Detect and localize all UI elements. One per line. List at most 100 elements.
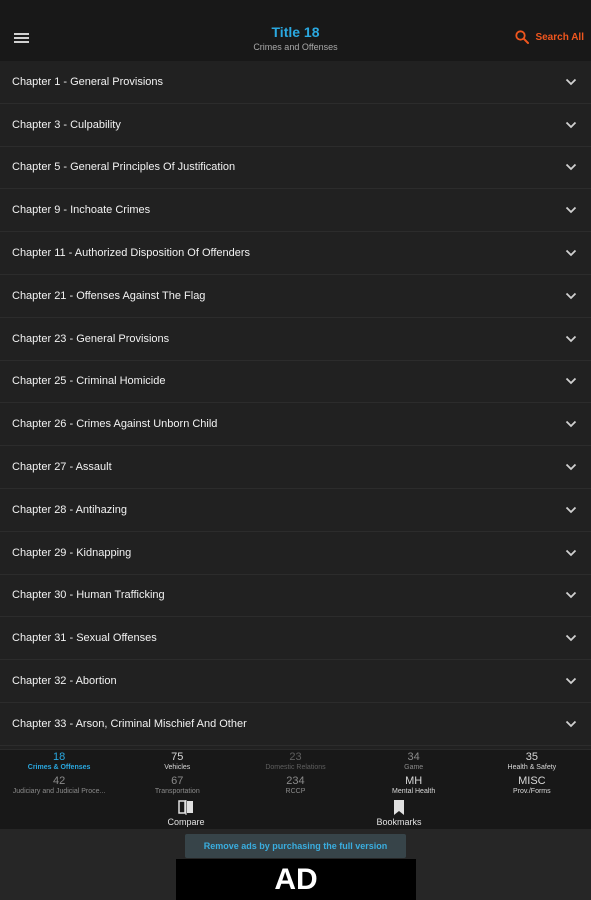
chapter-label: Chapter 11 - Authorized Disposition Of O… [12,247,251,260]
nav-title-item[interactable]: 35 Health & Safety [473,751,591,777]
nav-actions: Compare Bookmarks [0,800,591,828]
chapter-row[interactable]: Chapter 23 - General Provisions [0,318,591,361]
chevron-down-icon[interactable] [565,591,577,599]
nav-title-label: Vehicles [164,764,191,771]
nav-title-item[interactable]: 67 Transportation [118,775,236,801]
bookmarks-label: Bookmarks [376,817,422,827]
chevron-down-icon[interactable] [565,634,577,642]
nav-title-number: 23 [289,751,302,763]
nav-title-label: Transportation [154,788,200,795]
chevron-down-icon[interactable] [565,249,577,257]
remove-ads-button[interactable]: Remove ads by purchasing the full versio… [185,834,406,858]
chapter-row[interactable]: Chapter 28 - Antihazing [0,489,591,532]
remove-ads-label: Remove ads by purchasing the full versio… [203,841,388,851]
nav-title-number: 67 [171,775,184,787]
chapter-label: Chapter 26 - Crimes Against Unborn Child [12,418,218,431]
nav-title-item[interactable]: 23 Domestic Relations [236,751,354,777]
nav-title-label: Judiciary and Judicial Proce... [12,788,106,795]
chevron-down-icon[interactable] [565,549,577,557]
chevron-down-icon[interactable] [565,377,577,385]
chapter-label: Chapter 27 - Assault [12,461,112,474]
compare-label: Compare [167,817,205,827]
chevron-down-icon[interactable] [565,677,577,685]
chevron-down-icon[interactable] [565,78,577,86]
nav-title-number: 234 [286,775,305,787]
chevron-down-icon[interactable] [565,335,577,343]
nav-title-number: 75 [171,751,184,763]
chapter-label: Chapter 5 - General Principles Of Justif… [12,161,236,174]
compare-icon [178,800,193,815]
chapter-label: Chapter 29 - Kidnapping [12,546,132,559]
page-title: Title 18 [271,24,320,40]
nav-title-number: 34 [407,751,420,763]
chapter-label: Chapter 32 - Abortion [12,675,117,688]
bookmarks-button[interactable]: Bookmarks [359,800,439,827]
chapter-label: Chapter 3 - Culpability [12,118,121,131]
chevron-down-icon[interactable] [565,206,577,214]
chapter-label: Chapter 33 - Arson, Criminal Mischief An… [12,717,247,730]
chapter-row[interactable]: Chapter 21 - Offenses Against The Flag [0,275,591,318]
chapter-row[interactable]: Chapter 11 - Authorized Disposition Of O… [0,232,591,275]
search-icon [515,30,530,44]
nav-title-number: MH [405,775,423,787]
nav-title-label: Health & Safety [507,764,557,771]
chapter-label: Chapter 23 - General Provisions [12,332,170,345]
ad-area: Remove ads by purchasing the full versio… [0,829,591,900]
chevron-down-icon[interactable] [565,420,577,428]
chapter-label: Chapter 25 - Criminal Homicide [12,375,166,388]
chevron-down-icon[interactable] [565,463,577,471]
nav-title-label: Game [404,764,424,771]
nav-title-label: Domestic Relations [265,764,326,771]
nav-row-2: 42 Judiciary and Judicial Proce... 67 Trans… [0,775,591,801]
chapter-row[interactable]: Chapter 5 - General Principles Of Justif… [0,147,591,190]
chevron-down-icon[interactable] [565,163,577,171]
chapter-row[interactable]: Chapter 30 - Human Trafficking [0,575,591,618]
chapter-row[interactable]: Chapter 25 - Criminal Homicide [0,361,591,404]
nav-title-item[interactable]: 34 Game [355,751,473,777]
chapter-row[interactable]: Chapter 29 - Kidnapping [0,532,591,575]
bookmark-icon [394,800,404,815]
chapter-label: Chapter 1 - General Provisions [12,75,164,88]
nav-title-item[interactable]: 234 RCCP [236,775,354,801]
ad-banner[interactable]: AD [176,859,416,900]
compare-button[interactable]: Compare [146,800,226,827]
chapter-row[interactable]: Chapter 32 - Abortion [0,660,591,703]
chapter-label: Chapter 21 - Offenses Against The Flag [12,289,206,302]
chevron-down-icon[interactable] [565,720,577,728]
nav-title-item[interactable]: MISC Prov./Forms [473,775,591,801]
chapter-label: Chapter 28 - Antihazing [12,503,127,516]
nav-title-label: Prov./Forms [513,788,551,795]
nav-title-number: MISC [518,775,546,787]
nav-title-number: 18 [52,751,66,763]
nav-title-item[interactable]: 42 Judiciary and Judicial Proce... [0,775,118,801]
chapter-row[interactable]: Chapter 9 - Inchoate Crimes [0,189,591,233]
title-navigation-bar: 18 Crimes & Offenses 75 Vehicles 23 Domestic … [0,749,591,829]
chapter-label: Chapter 31 - Sexual Offenses [12,632,157,645]
chevron-down-icon[interactable] [565,292,577,300]
page-subtitle: Crimes and Offenses [253,42,338,52]
search-all-button[interactable]: Search All [515,30,584,44]
chapter-row[interactable]: Chapter 1 - General Provisions [0,61,591,104]
app-header: Title 18 Crimes and Offenses Search All [0,0,591,61]
nav-title-item[interactable]: 18 Crimes & Offenses [0,751,118,777]
chapter-row[interactable]: Chapter 33 - Arson, Criminal Mischief An… [0,703,591,746]
ad-text: AD [274,862,318,896]
chapter-row[interactable]: Chapter 31 - Sexual Offenses [0,617,591,661]
nav-title-number: 42 [52,775,66,787]
nav-title-number: 35 [525,751,538,763]
nav-title-label: Mental Health [392,788,436,795]
search-all-label: Search All [535,31,584,43]
nav-title-label: RCCP [285,788,306,795]
chapter-row[interactable]: Chapter 3 - Culpability [0,104,591,147]
chapter-row[interactable]: Chapter 26 - Crimes Against Unborn Child [0,403,591,447]
chapter-list: Chapter 1 - General Provisions Chapter 3 … [0,61,591,746]
nav-title-item[interactable]: 75 Vehicles [118,751,236,777]
chevron-down-icon[interactable] [565,506,577,514]
nav-title-label: Crimes & Offenses [27,764,91,771]
chapter-label: Chapter 30 - Human Trafficking [12,589,165,602]
chapter-row[interactable]: Chapter 27 - Assault [0,446,591,489]
chapter-label: Chapter 9 - Inchoate Crimes [12,204,151,217]
chevron-down-icon[interactable] [565,121,577,129]
nav-title-item[interactable]: MH Mental Health [355,775,473,801]
nav-row-1: 18 Crimes & Offenses 75 Vehicles 23 Domestic … [0,751,591,777]
